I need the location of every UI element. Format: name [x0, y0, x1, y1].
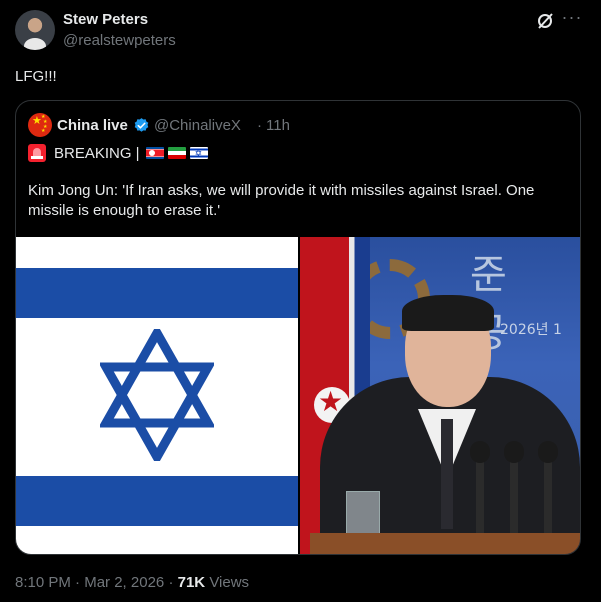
siren-icon [28, 144, 46, 162]
israel-flag-image[interactable] [16, 237, 298, 554]
separator-dot: · [257, 117, 262, 134]
quoted-author-handle[interactable]: @ChinaliveX [154, 117, 241, 134]
iran-flag-icon [167, 147, 186, 159]
quoted-body-text: Kim Jong Un: 'If Iran asks, we will prov… [28, 182, 535, 219]
author-name[interactable]: Stew Peters [63, 11, 148, 28]
podium [310, 533, 580, 554]
north-korea-flag-icon [145, 147, 164, 159]
separator-dot: · [168, 574, 174, 591]
flag-stripe-bottom [16, 476, 298, 526]
microphone-icon [538, 441, 558, 533]
tie [441, 419, 453, 529]
breaking-label: BREAKING | [54, 144, 140, 162]
quoted-post[interactable]: ★ ★ ★ ★ ★ China live @ChinaliveX · 11h B… [15, 100, 581, 555]
quoted-author-name[interactable]: China live [57, 117, 128, 134]
person-hair [402, 295, 494, 331]
views-label: Views [209, 574, 250, 591]
israel-flag-icon [189, 147, 208, 159]
media-grid: 준 공 2026년 1 [16, 237, 580, 554]
views-count[interactable]: 71K [178, 574, 206, 591]
flag-stripe-top [16, 268, 298, 318]
microphone-icon [470, 441, 490, 533]
quoted-time[interactable]: 11h [266, 117, 290, 134]
breaking-line: BREAKING | [28, 143, 212, 163]
post: Stew Peters @realstewpeters ··· LFG!!! ★… [0, 0, 601, 602]
post-time[interactable]: 8:10 PM [15, 574, 71, 591]
grok-icon[interactable] [535, 11, 555, 31]
avatar[interactable] [15, 10, 55, 50]
separator-dot: · [75, 574, 81, 591]
kim-jong-un-photo[interactable]: 준 공 2026년 1 [300, 237, 580, 554]
microphone-icon [504, 441, 524, 533]
banner-number: 2026년 1 [500, 322, 562, 338]
post-meta: 8:10 PM · Mar 2, 2026 · 71K Views [15, 574, 249, 591]
star-of-david-icon [100, 329, 214, 461]
more-horizontal-icon[interactable]: ··· [561, 8, 583, 30]
star-icon: ★ [41, 128, 46, 134]
china-flag-avatar[interactable]: ★ ★ ★ ★ ★ [28, 113, 52, 137]
verified-badge-icon [134, 118, 149, 132]
post-text: LFG!!! [15, 68, 57, 85]
post-date[interactable]: Mar 2, 2026 [84, 574, 164, 591]
water-glass [346, 491, 380, 537]
author-handle[interactable]: @realstewpeters [63, 32, 176, 49]
